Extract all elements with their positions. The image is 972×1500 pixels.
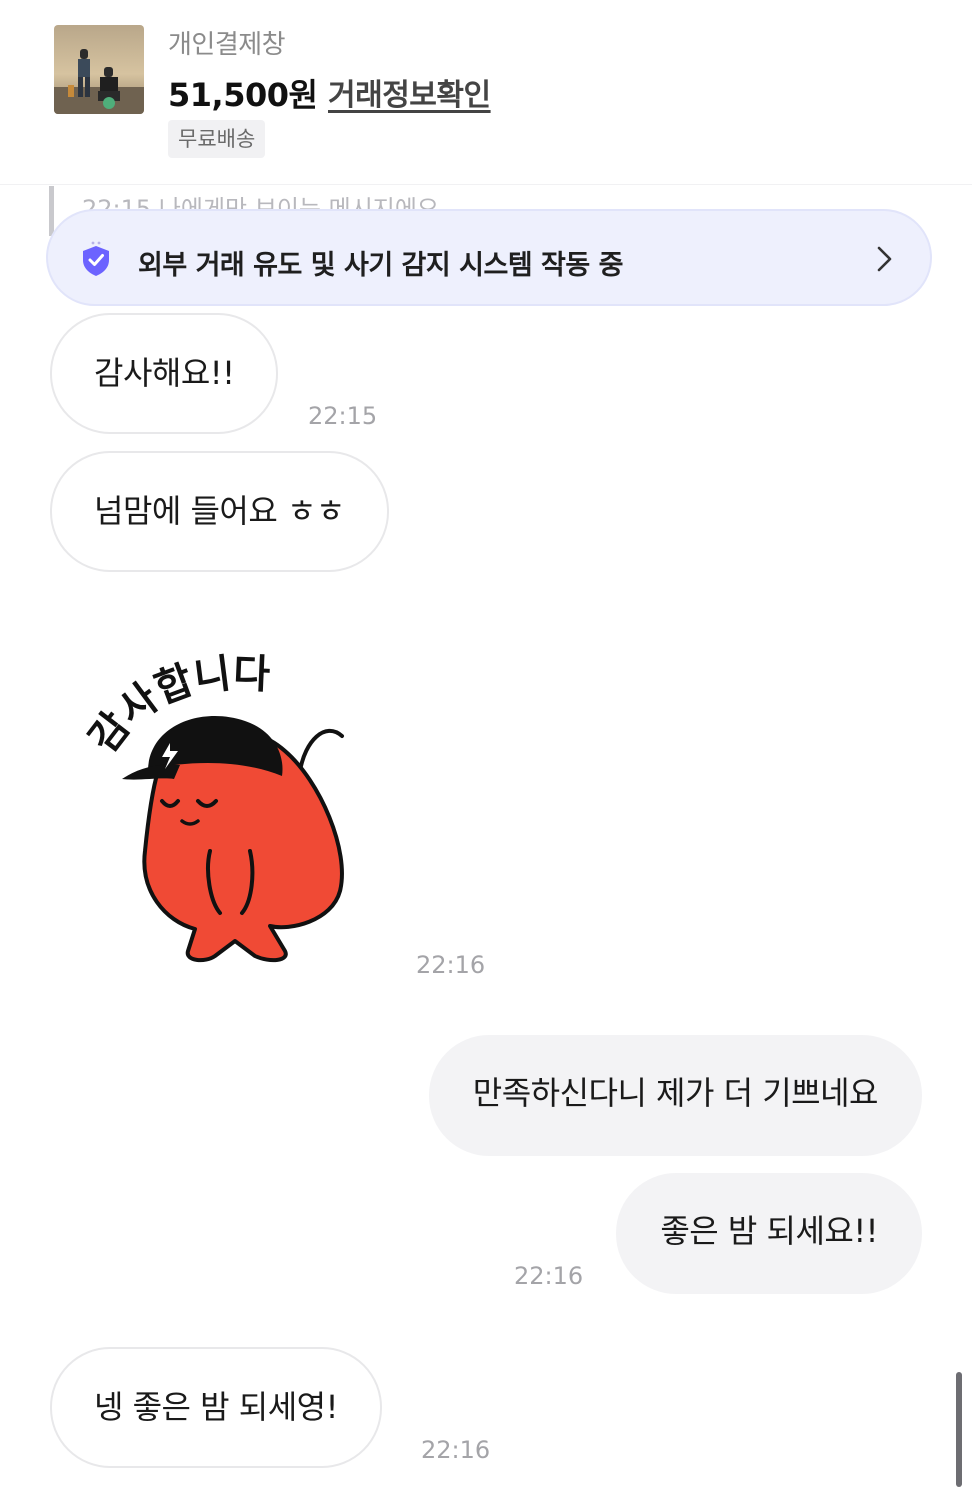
message-bubble-received[interactable]: 감사해요!! — [50, 313, 279, 434]
shipping-badge: 무료배송 — [168, 120, 266, 158]
product-price: 51,500원 — [168, 76, 318, 114]
system-message-bar — [49, 186, 54, 236]
trade-info-link[interactable]: 거래정보확인 — [328, 70, 491, 114]
message-time: 22:16 — [416, 951, 486, 979]
shield-check-icon — [83, 241, 109, 276]
message-bubble-sent[interactable]: 좋은 밤 되세요!! — [616, 1173, 922, 1294]
message-bubble-received[interactable]: 넹 좋은 밤 되세영! — [50, 1347, 382, 1468]
banner-text: 외부 거래 유도 및 사기 감지 시스템 작동 중 — [138, 250, 623, 281]
message-time: 22:16 — [514, 1262, 584, 1290]
chevron-right-icon — [877, 246, 892, 272]
scrollbar[interactable] — [956, 1372, 962, 1487]
message-time: 22:16 — [421, 1436, 491, 1464]
product-header: 개인결제창 51,500원 거래정보확인 무료배송 — [0, 0, 972, 185]
system-message-text: 22:15 나에게만 보이는 메시지에요 — [82, 195, 440, 210]
fraud-detection-banner[interactable]: 외부 거래 유도 및 사기 감지 시스템 작동 중 — [46, 209, 932, 306]
message-bubble-sent[interactable]: 만족하신다니 제가 더 기쁘네요 — [428, 1035, 922, 1156]
sticker-message[interactable]: 감사합니다 — [70, 651, 400, 981]
product-thumbnail[interactable] — [54, 25, 144, 114]
product-title: 개인결제창 — [168, 30, 286, 60]
chat-area[interactable]: 22:15 나에게만 보이는 메시지에요 외부 거래 유도 및 사기 감지 시스… — [0, 186, 972, 1500]
message-bubble-received[interactable]: 넘맘에 들어요 ㅎㅎ — [50, 451, 389, 572]
message-time: 22:15 — [308, 402, 378, 430]
